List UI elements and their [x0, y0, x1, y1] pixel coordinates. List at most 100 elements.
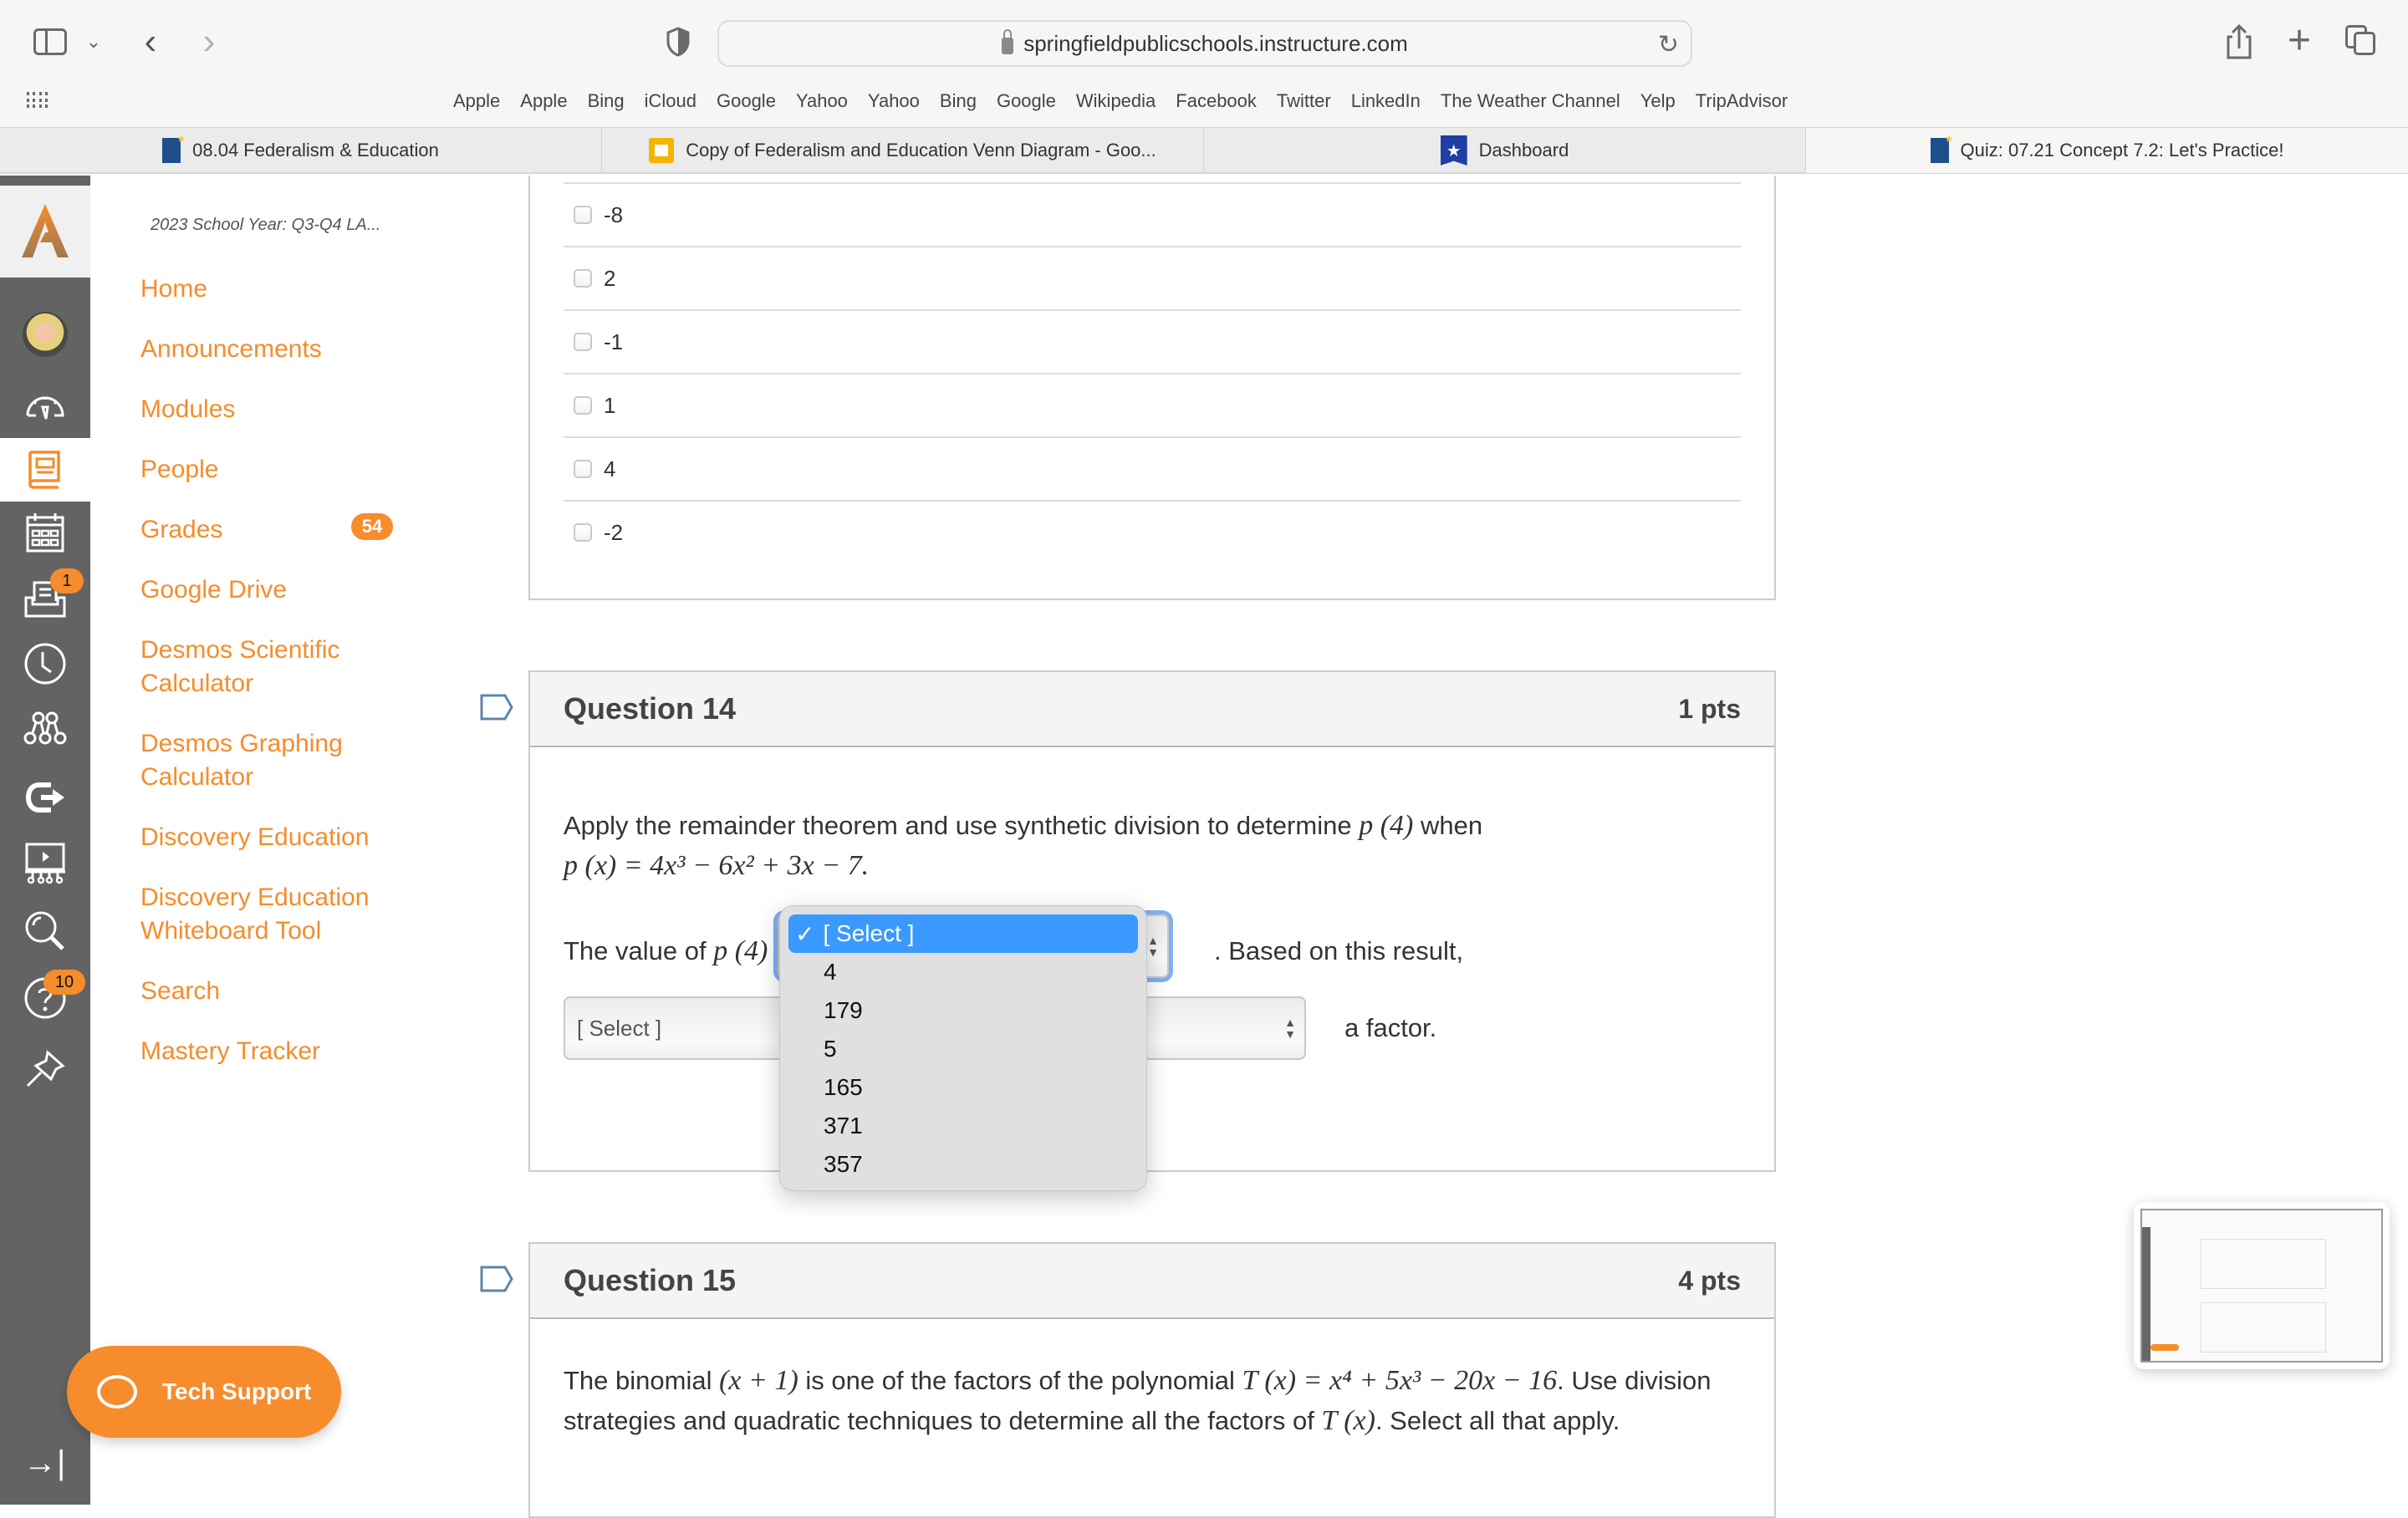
- course-nav-discovery-whiteboard[interactable]: Discovery Education Whiteboard Tool: [140, 881, 383, 948]
- bookmark-yahoo[interactable]: Yahoo: [786, 87, 858, 115]
- address-bar[interactable]: springfieldpublicschools.instructure.com…: [717, 20, 1692, 67]
- bookmark-apple[interactable]: Apple: [510, 87, 577, 115]
- course-nav-search[interactable]: Search: [140, 975, 425, 1008]
- tab-quiz[interactable]: Quiz: 07.21 Concept 7.2: Let's Practice!: [1806, 128, 2408, 173]
- tab-federalism-education[interactable]: 08.04 Federalism & Education: [0, 128, 602, 173]
- dropdown-option[interactable]: 165: [788, 1068, 1138, 1107]
- course-nav-people[interactable]: People: [140, 453, 425, 486]
- question-header: Question 14 1 pts: [530, 672, 1774, 747]
- course-nav-modules[interactable]: Modules: [140, 393, 425, 426]
- flag-question-icon[interactable]: [480, 694, 513, 721]
- bookmark-facebook[interactable]: Facebook: [1166, 87, 1267, 115]
- dropdown-option-select[interactable]: ✓[ Select ]: [788, 914, 1138, 953]
- bookmark-apple[interactable]: Apple: [443, 87, 510, 115]
- bookmark-tripadvisor[interactable]: TripAdvisor: [1686, 87, 1798, 115]
- checkbox[interactable]: [574, 523, 592, 542]
- course-nav-desmos-graphing[interactable]: Desmos Graphing Calculator: [140, 727, 366, 794]
- screenshot-thumbnail[interactable]: [2134, 1202, 2390, 1369]
- dropdown-option[interactable]: 371: [788, 1107, 1138, 1145]
- browser-toolbar: ⌄ ‹ › springfieldpublicschools.instructu…: [0, 0, 2408, 127]
- answer-line-2-suffix: a factor.: [1344, 1013, 1437, 1042]
- nav-search[interactable]: [0, 901, 90, 961]
- checkbox[interactable]: [574, 396, 592, 415]
- course-nav-google-drive[interactable]: Google Drive: [140, 573, 425, 607]
- bookmark-twitter[interactable]: Twitter: [1267, 87, 1341, 115]
- clock-icon: [24, 643, 66, 685]
- url-text: springfieldpublicschools.instructure.com: [1023, 30, 1408, 56]
- collapse-nav-icon[interactable]: →|: [23, 1444, 67, 1481]
- checkbox[interactable]: [574, 333, 592, 351]
- flag-question-icon[interactable]: [480, 1266, 513, 1292]
- bookmark-google[interactable]: Google: [987, 87, 1066, 115]
- answer-option[interactable]: 1: [564, 373, 1741, 436]
- answer-line-1: The value of p (4): [564, 935, 768, 966]
- answer-option[interactable]: 2: [564, 246, 1741, 309]
- dropdown-option[interactable]: 357: [788, 1145, 1138, 1184]
- tech-support-label: Tech Support: [162, 1378, 312, 1404]
- share-button[interactable]: [2224, 23, 2254, 60]
- question-points: 1 pts: [1678, 693, 1741, 724]
- bookmark-google[interactable]: Google: [707, 87, 786, 115]
- nav-commons[interactable]: [0, 699, 90, 759]
- question-title: Question 14: [564, 691, 737, 726]
- courses-book-icon: [28, 451, 60, 489]
- course-nav-desmos-scientific[interactable]: Desmos Scientific Calculator: [140, 634, 366, 700]
- bookmark-weather-channel[interactable]: The Weather Channel: [1431, 87, 1630, 115]
- grades-badge: 54: [351, 513, 393, 540]
- bookmarks-grid-icon[interactable]: [27, 92, 48, 109]
- tech-support-button[interactable]: Tech Support: [67, 1346, 341, 1438]
- select-arrows-icon: ▲ ▼: [1284, 1016, 1296, 1041]
- bookmark-wikipedia[interactable]: Wikipedia: [1066, 87, 1166, 115]
- reload-icon[interactable]: ↻: [1658, 30, 1679, 59]
- help-badge: 10: [43, 970, 85, 995]
- answer-line-1-suffix: . Based on this result,: [1214, 936, 1464, 965]
- pin-icon: [26, 1050, 65, 1088]
- nav-courses[interactable]: [0, 438, 90, 502]
- new-tab-button[interactable]: +: [2283, 18, 2316, 63]
- bookmark-icloud[interactable]: iCloud: [635, 87, 707, 115]
- answer-option[interactable]: -8: [564, 182, 1741, 246]
- nav-studio[interactable]: [0, 833, 90, 893]
- nav-pin[interactable]: [0, 1040, 90, 1100]
- course-nav-announcements[interactable]: Announcements: [140, 333, 425, 366]
- nav-dashboard[interactable]: [0, 374, 90, 435]
- tab-label: Dashboard: [1478, 140, 1569, 160]
- institution-logo[interactable]: [0, 186, 90, 278]
- answer-option[interactable]: -1: [564, 309, 1741, 373]
- back-button[interactable]: ‹: [134, 21, 167, 62]
- dropdown-option[interactable]: 179: [788, 991, 1138, 1030]
- checkbox[interactable]: [574, 460, 592, 478]
- forward-button[interactable]: ›: [192, 21, 226, 62]
- tab-dashboard[interactable]: ★ Dashboard: [1204, 128, 1806, 173]
- checkbox[interactable]: [574, 206, 592, 224]
- course-nav-home[interactable]: Home: [140, 273, 425, 306]
- course-nav-discovery-education[interactable]: Discovery Education: [140, 821, 425, 854]
- bookmark-bing[interactable]: Bing: [578, 87, 635, 115]
- answer-option[interactable]: 4: [564, 436, 1741, 500]
- tab-overview-button[interactable]: [2345, 25, 2379, 59]
- dropdown-option[interactable]: 4: [788, 953, 1138, 991]
- sidebar-toggle-icon[interactable]: [33, 28, 67, 55]
- dropdown-option[interactable]: 5: [788, 1030, 1138, 1068]
- dashboard-shield-icon: ★: [1440, 135, 1467, 166]
- avatar: [23, 312, 68, 357]
- nav-portal[interactable]: [0, 767, 90, 828]
- chevron-down-icon[interactable]: ⌄: [84, 28, 104, 55]
- inbox-badge: 1: [50, 568, 84, 593]
- nav-account[interactable]: [0, 304, 90, 364]
- privacy-shield-icon[interactable]: [666, 27, 691, 57]
- answer-option[interactable]: -2: [564, 500, 1741, 563]
- nav-calendar[interactable]: [0, 503, 90, 563]
- bookmark-bing[interactable]: Bing: [930, 87, 987, 115]
- math-binomial: (x + 1): [719, 1365, 798, 1396]
- commons-icon: [23, 711, 67, 745]
- math-polynomial: T (x) = x⁴ + 5x³ − 20x − 16: [1242, 1365, 1558, 1396]
- bookmark-linkedin[interactable]: LinkedIn: [1341, 87, 1431, 115]
- course-nav-mastery-tracker[interactable]: Mastery Tracker: [140, 1035, 425, 1068]
- tab-venn-diagram[interactable]: Copy of Federalism and Education Venn Di…: [602, 128, 1204, 173]
- checkbox[interactable]: [574, 269, 592, 288]
- bookmark-yelp[interactable]: Yelp: [1630, 87, 1686, 115]
- bookmark-yahoo[interactable]: Yahoo: [858, 87, 930, 115]
- nav-history[interactable]: [0, 634, 90, 694]
- search-icon: [25, 911, 64, 950]
